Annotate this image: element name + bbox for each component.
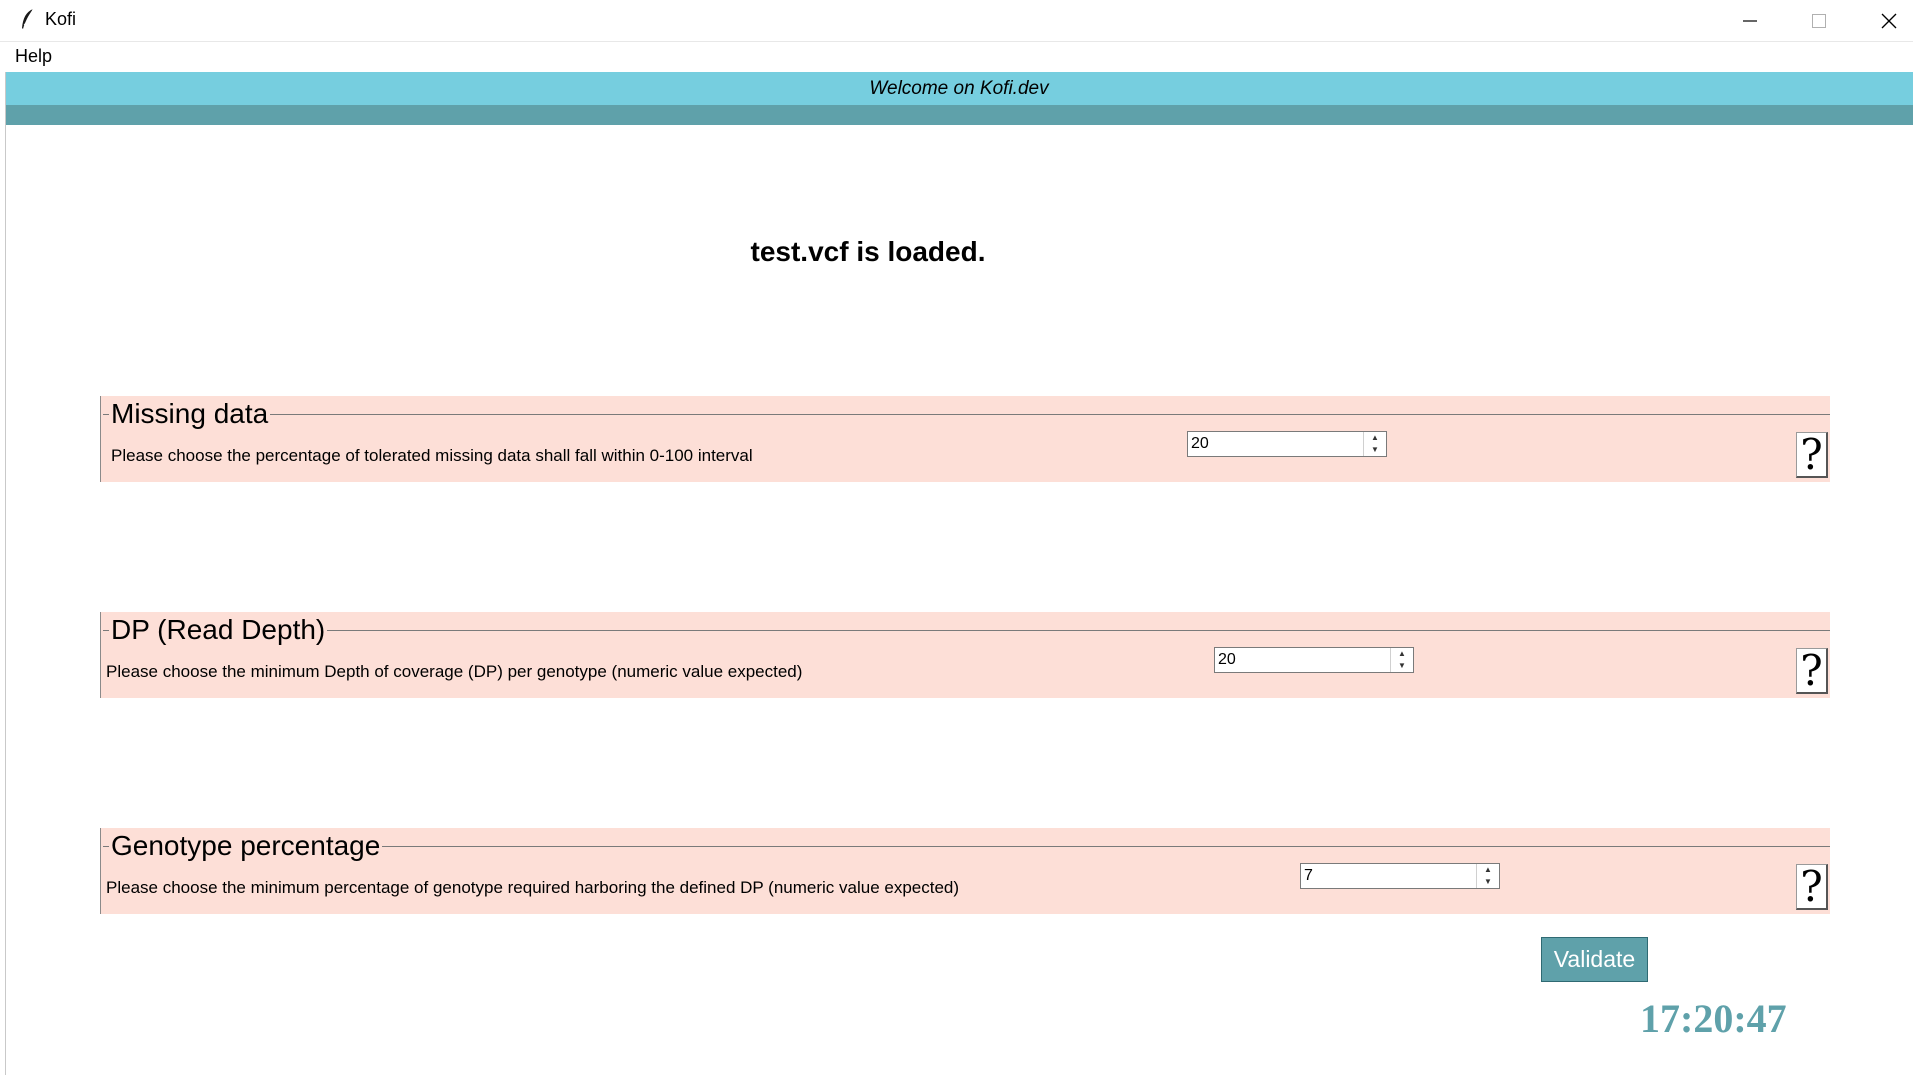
menu-bar: Help — [0, 42, 1913, 71]
close-button[interactable] — [1855, 0, 1913, 41]
spin-arrows: ▲ ▼ — [1476, 864, 1499, 888]
welcome-banner: Welcome on Kofi.dev — [5, 72, 1913, 105]
missing-data-help-button[interactable]: ? — [1796, 432, 1828, 478]
question-mark-icon: ? — [1800, 429, 1823, 479]
genotype-percentage-spinbox[interactable]: ▲ ▼ — [1300, 863, 1500, 889]
minimize-button[interactable] — [1716, 0, 1784, 41]
panel-genotype-percentage: Genotype percentage Please choose the mi… — [100, 828, 1830, 914]
spin-arrows: ▲ ▼ — [1363, 432, 1386, 456]
menu-help[interactable]: Help — [15, 46, 52, 67]
spin-down-arrow-icon[interactable]: ▼ — [1477, 876, 1499, 888]
spin-arrows: ▲ ▼ — [1390, 648, 1413, 672]
genotype-percentage-input[interactable] — [1301, 864, 1476, 888]
clock: 17:20:47 — [1640, 996, 1787, 1041]
missing-data-spinbox[interactable]: ▲ ▼ — [1187, 431, 1387, 457]
minimize-icon — [1743, 19, 1757, 22]
spin-up-arrow-icon[interactable]: ▲ — [1391, 648, 1413, 660]
panel-description: Please choose the minimum Depth of cover… — [106, 662, 803, 681]
feather-icon — [22, 8, 34, 29]
genotype-percentage-help-button[interactable]: ? — [1796, 864, 1828, 910]
panel-read-depth: DP (Read Depth) Please choose the minimu… — [100, 612, 1830, 698]
window-title: Kofi — [45, 9, 77, 29]
file-loaded-status: test.vcf is loaded. — [750, 236, 986, 267]
panel-description: Please choose the percentage of tolerate… — [111, 446, 753, 465]
read-depth-spinbox[interactable]: ▲ ▼ — [1214, 647, 1414, 673]
title-bar: Kofi — [0, 0, 1913, 42]
spin-down-arrow-icon[interactable]: ▼ — [1364, 444, 1386, 456]
maximize-button[interactable] — [1785, 0, 1853, 41]
maximize-icon — [1812, 13, 1826, 28]
window-left-edge — [0, 72, 6, 1075]
panel-border — [103, 414, 1830, 415]
validate-button[interactable]: Validate — [1541, 937, 1648, 982]
spin-up-arrow-icon[interactable]: ▲ — [1477, 864, 1499, 876]
panel-title: Missing data — [109, 396, 271, 432]
panel-description: Please choose the minimum percentage of … — [106, 878, 960, 897]
missing-data-input[interactable] — [1188, 432, 1363, 456]
panel-border — [103, 630, 1830, 631]
banner-strip — [5, 105, 1913, 125]
question-mark-icon: ? — [1800, 861, 1823, 911]
spin-up-arrow-icon[interactable]: ▲ — [1364, 432, 1386, 444]
close-icon — [1881, 13, 1897, 28]
panel-missing-data: Missing data Please choose the percentag… — [100, 396, 1830, 482]
panel-title: Genotype percentage — [109, 828, 383, 864]
panel-title: DP (Read Depth) — [109, 612, 328, 648]
read-depth-input[interactable] — [1215, 648, 1390, 672]
question-mark-icon: ? — [1800, 645, 1823, 695]
spin-down-arrow-icon[interactable]: ▼ — [1391, 660, 1413, 672]
read-depth-help-button[interactable]: ? — [1796, 648, 1828, 694]
